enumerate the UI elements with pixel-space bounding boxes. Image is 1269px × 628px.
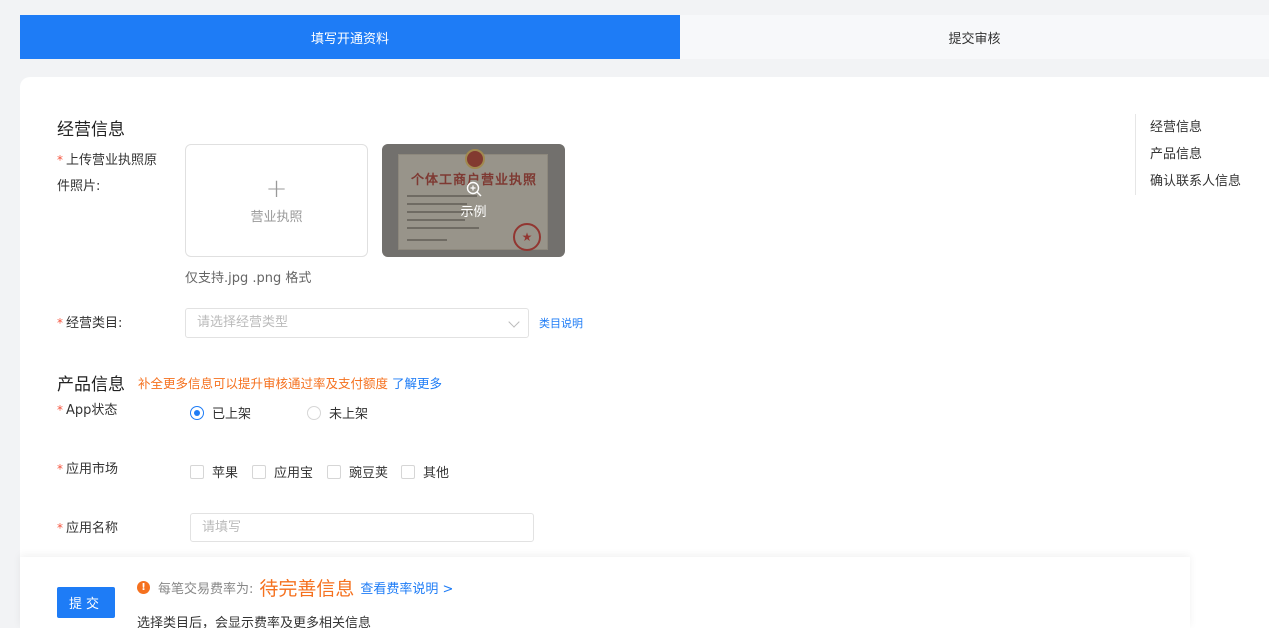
radio-unselected-icon <box>307 405 321 420</box>
example-label: 示例 <box>460 205 487 220</box>
fee-label: 每笔交易费率为: <box>158 582 254 597</box>
app-name-label: * 应用名称 <box>57 521 119 536</box>
license-example-image[interactable]: 个体工商户营业执照 ★ 示例 <box>382 144 565 257</box>
category-help-link[interactable]: 类目说明 <box>539 315 583 331</box>
business-section-title: 经营信息 <box>57 120 125 140</box>
category-select[interactable]: 请选择经营类型 <box>185 308 529 338</box>
fee-value: 待完善信息 <box>259 578 355 600</box>
app-status-label: * App状态 <box>57 403 118 418</box>
product-tip: 补全更多信息可以提升审核通过率及支付额度 了解更多 <box>138 373 442 392</box>
checkbox-other[interactable]: 其他 <box>401 462 449 481</box>
progress-steps: 填写开通资料 提交审核 <box>20 15 1269 59</box>
info-icon: ! <box>137 581 150 594</box>
category-placeholder: 请选择经营类型 <box>197 315 289 330</box>
checkbox-icon <box>190 464 204 479</box>
app-name-input[interactable]: 请填写 <box>190 513 534 542</box>
app-market-label: * 应用市场 <box>57 462 119 477</box>
checkbox-wandoujia[interactable]: 豌豆荚 <box>327 462 388 481</box>
category-label: * 经营类目: <box>57 316 123 331</box>
learn-more-link[interactable]: 了解更多 <box>392 376 442 391</box>
step-arrow <box>660 15 680 59</box>
checkbox-icon <box>401 464 415 479</box>
radio-unlisted[interactable]: 未上架 <box>307 403 368 422</box>
required-mark: * <box>57 403 63 417</box>
license-upload-label-2: 件照片: <box>57 179 101 194</box>
fee-row: ! 每笔交易费率为: 待完善信息 查看费率说明 > <box>137 574 453 601</box>
license-upload-button[interactable]: + 营业执照 <box>185 144 368 257</box>
submit-button[interactable]: 提交 <box>57 587 115 618</box>
required-mark: * <box>57 316 63 330</box>
radio-selected-icon <box>190 405 204 420</box>
chevron-down-icon <box>508 316 520 328</box>
step-submit-review: 提交审核 <box>948 31 1001 47</box>
product-tip-text: 补全更多信息可以提升审核通过率及支付额度 <box>138 376 389 391</box>
anchor-contact[interactable]: 确认联系人信息 <box>1150 168 1241 195</box>
example-overlay: 示例 <box>382 144 565 257</box>
radio-listed[interactable]: 已上架 <box>190 403 251 422</box>
zoom-in-icon <box>466 181 481 197</box>
fee-sub-text: 选择类目后，会显示费率及更多相关信息 <box>137 616 372 628</box>
form-card: 经营信息 * 上传营业执照原 件照片: + 营业执照 个体工商户营业执照 ★ 示… <box>20 77 1269 628</box>
step-fill-info: 填写开通资料 <box>20 15 680 59</box>
checkbox-yingyongbao[interactable]: 应用宝 <box>252 462 313 481</box>
required-mark: * <box>57 462 63 476</box>
required-mark: * <box>57 521 63 535</box>
checkbox-icon <box>252 464 266 479</box>
product-section-title: 产品信息 <box>57 375 125 395</box>
upload-label: 营业执照 <box>250 210 303 225</box>
checkbox-icon <box>327 464 341 479</box>
anchor-nav: 经营信息 产品信息 确认联系人信息 <box>1135 114 1241 195</box>
footer-bar: 提交 ! 每笔交易费率为: 待完善信息 查看费率说明 > 选择类目后，会显示费率… <box>20 557 1190 628</box>
license-upload-label: * 上传营业执照原 <box>57 153 158 168</box>
fee-rate-link[interactable]: 查看费率说明 > <box>360 578 453 597</box>
anchor-product[interactable]: 产品信息 <box>1150 141 1241 168</box>
plus-icon: + <box>265 174 288 204</box>
anchor-business[interactable]: 经营信息 <box>1150 114 1241 141</box>
checkbox-apple[interactable]: 苹果 <box>190 462 238 481</box>
format-hint: 仅支持.jpg .png 格式 <box>185 271 312 286</box>
required-mark: * <box>57 153 63 167</box>
